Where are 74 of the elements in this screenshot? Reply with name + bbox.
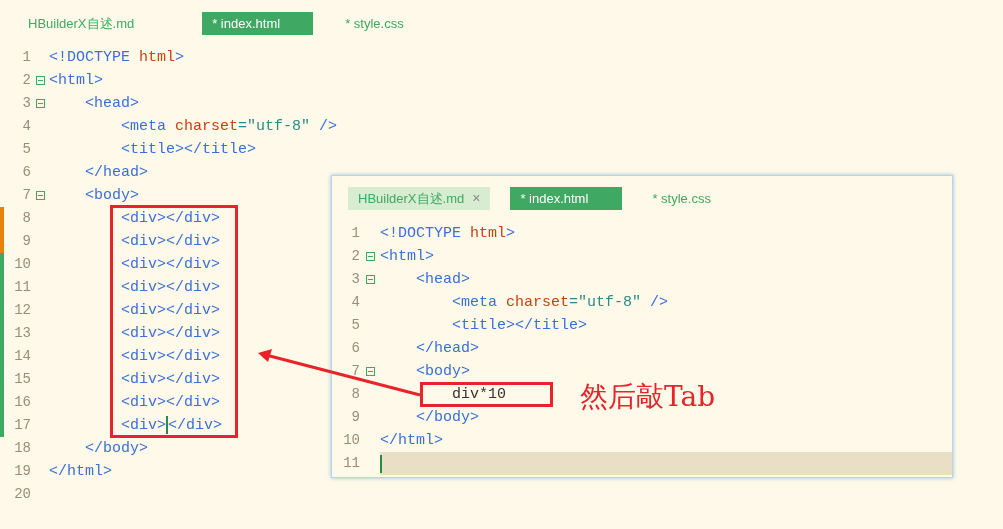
line-number: 9: [350, 408, 360, 427]
code-line: <div></div>: [121, 209, 221, 229]
line-number: 16: [13, 393, 31, 412]
fold-icon[interactable]: [35, 76, 45, 85]
line-number: 4: [350, 293, 360, 312]
line-number: 8: [350, 385, 360, 404]
line-number: 8: [21, 209, 31, 228]
code-line: <!DOCTYPE html>: [49, 48, 185, 68]
line-number: 7: [350, 362, 360, 381]
line-number: 2: [21, 71, 31, 90]
close-button[interactable]: ×: [472, 188, 481, 209]
code-line: <div></div>: [121, 393, 221, 413]
fold-icon[interactable]: [365, 252, 375, 261]
code-line: <html>: [49, 71, 103, 91]
code-line: </html>: [380, 431, 443, 451]
line-number: 11: [13, 278, 31, 297]
line-number: 15: [13, 370, 31, 389]
annotation-text: 然后敲Tab: [580, 379, 716, 415]
line-number: 18: [13, 439, 31, 458]
file-tab[interactable]: HBuilderX自述.md: [18, 12, 145, 35]
fold-icon[interactable]: [35, 191, 45, 200]
code-line: <div></div>: [121, 255, 221, 275]
line-number: 10: [342, 431, 360, 450]
fold-icon[interactable]: [365, 367, 375, 376]
line-number: 14: [13, 347, 31, 366]
code-line: <div></div>: [121, 347, 221, 367]
code-line: <div></div>: [121, 324, 221, 344]
code-line: <div></div>: [121, 415, 223, 437]
code-line: </head>: [416, 339, 479, 359]
code-line: <div></div>: [121, 278, 221, 298]
code-line: </body>: [85, 439, 148, 459]
line-number: 19: [13, 462, 31, 481]
file-tab[interactable]: * style.css: [642, 187, 721, 210]
code-line: <title></title>: [121, 140, 257, 160]
line-number: 1: [350, 224, 360, 243]
line-number: 1: [21, 48, 31, 67]
line-number: 5: [350, 316, 360, 335]
line-number: 12: [13, 301, 31, 320]
line-number: 11: [342, 454, 360, 473]
line-number: 10: [13, 255, 31, 274]
code-line: <div></div>: [121, 301, 221, 321]
line-number: 7: [21, 186, 31, 205]
code-line: <html>: [380, 247, 434, 267]
code-line: </html>: [49, 462, 112, 482]
line-number: 2: [350, 247, 360, 266]
code-line: div*10: [452, 385, 506, 405]
line-number: 13: [13, 324, 31, 343]
code-line: <head>: [85, 94, 139, 114]
code-line: <!DOCTYPE html>: [380, 224, 516, 244]
file-tab[interactable]: * index.html: [202, 12, 314, 35]
fold-icon[interactable]: [365, 275, 375, 284]
code-line: <title></title>: [452, 316, 588, 336]
line-number: 6: [21, 163, 31, 182]
line-number: 4: [21, 117, 31, 136]
line-number: 3: [350, 270, 360, 289]
code-line: <head>: [416, 270, 470, 290]
line-number: 17: [13, 416, 31, 435]
fold-icon[interactable]: [35, 99, 45, 108]
code-line: <div></div>: [121, 232, 221, 252]
line-number: 5: [21, 140, 31, 159]
code-line: <meta charset="utf-8" />: [121, 117, 338, 137]
code-line: <body>: [416, 362, 470, 382]
line-number: 9: [21, 232, 31, 251]
code-line: </body>: [416, 408, 479, 428]
code-line: <body>: [85, 186, 139, 206]
line-number: 20: [13, 485, 31, 504]
code-line: <div></div>: [121, 370, 221, 390]
file-tab[interactable]: HBuilderX自述.md ×: [348, 187, 491, 210]
file-tab[interactable]: * index.html: [510, 187, 623, 210]
line-number: 3: [21, 94, 31, 113]
code-line: </head>: [85, 163, 148, 183]
file-tab[interactable]: * style.css: [335, 12, 414, 35]
code-line: <meta charset="utf-8" />: [452, 293, 669, 313]
line-number: 6: [350, 339, 360, 358]
